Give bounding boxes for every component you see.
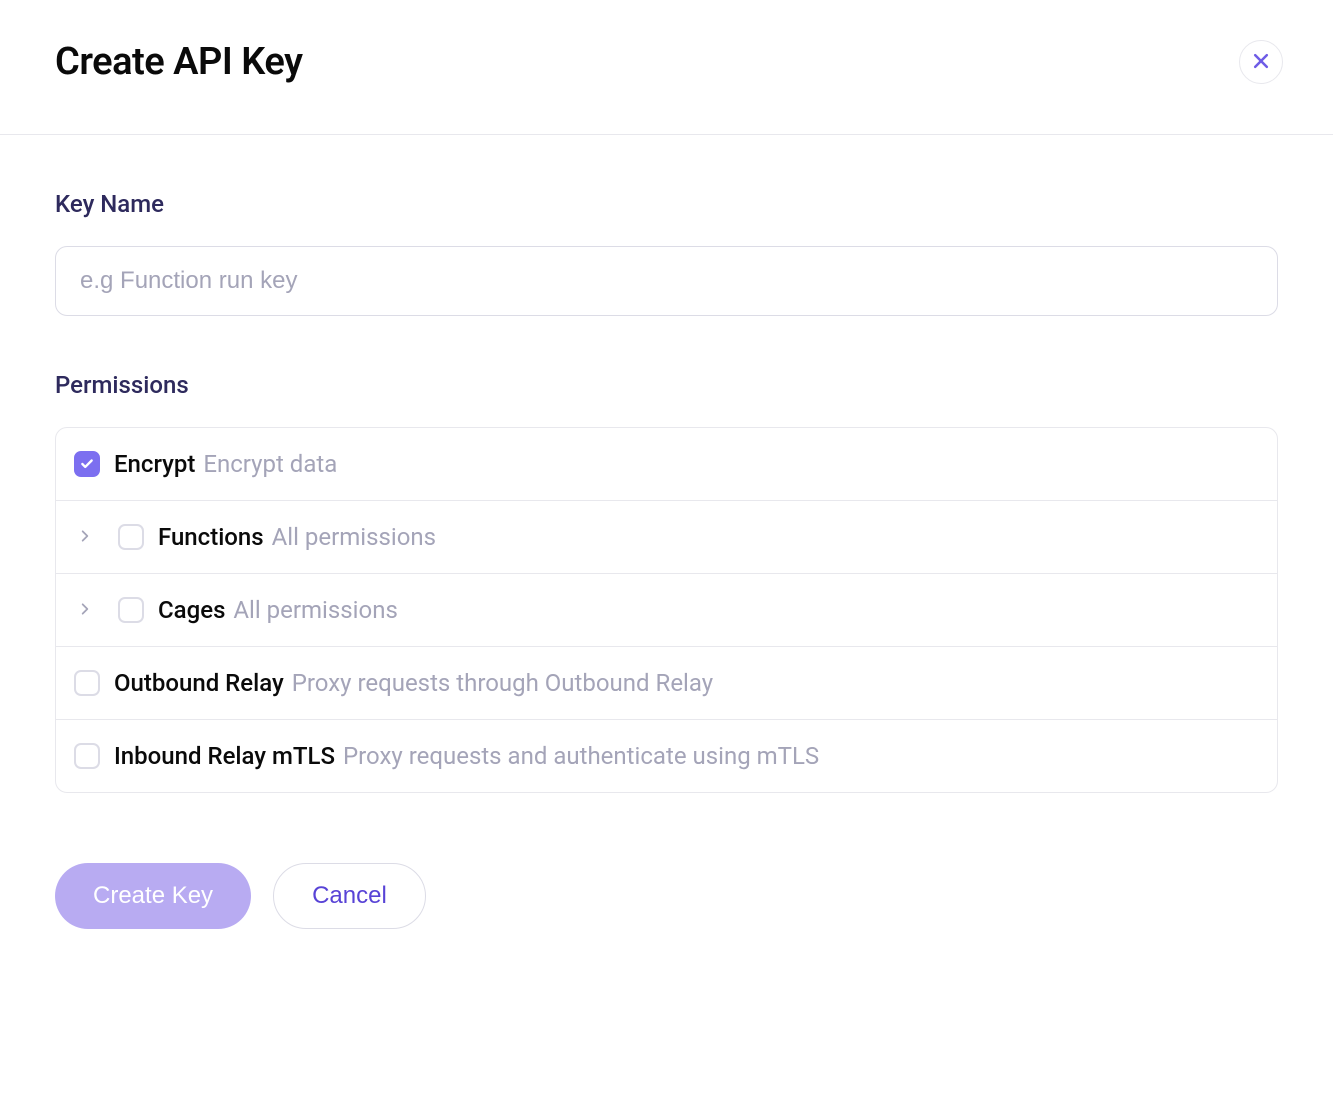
permission-text: Encrypt Encrypt data <box>114 450 337 478</box>
permission-name: Outbound Relay <box>114 669 284 697</box>
modal-title: Create API Key <box>55 40 302 84</box>
permission-description: All permissions <box>233 596 397 624</box>
chevron-right-icon <box>78 528 92 547</box>
cancel-button[interactable]: Cancel <box>273 863 426 929</box>
checkbox-cages[interactable] <box>118 597 144 623</box>
permission-row-cages: Cages All permissions <box>56 574 1277 647</box>
permission-row-functions: Functions All permissions <box>56 501 1277 574</box>
permission-name: Encrypt <box>114 450 195 478</box>
permission-description: Proxy requests and authenticate using mT… <box>343 742 819 770</box>
permission-text: Functions All permissions <box>158 523 436 551</box>
modal-header: Create API Key <box>0 0 1333 135</box>
permission-description: All permissions <box>272 523 436 551</box>
permission-text: Outbound Relay Proxy requests through Ou… <box>114 669 713 697</box>
key-name-label: Key Name <box>55 190 1278 218</box>
permission-name: Inbound Relay mTLS <box>114 742 335 770</box>
permission-name: Cages <box>158 596 225 624</box>
close-icon <box>1251 51 1271 74</box>
checkbox-functions[interactable] <box>118 524 144 550</box>
create-key-button[interactable]: Create Key <box>55 863 251 929</box>
permission-row-inbound-relay-mtls: Inbound Relay mTLS Proxy requests and au… <box>56 720 1277 792</box>
expand-functions[interactable] <box>74 526 96 548</box>
permission-row-outbound-relay: Outbound Relay Proxy requests through Ou… <box>56 647 1277 720</box>
permission-row-encrypt: Encrypt Encrypt data <box>56 428 1277 501</box>
modal-body: Key Name Permissions Encrypt Encrypt dat… <box>0 135 1333 793</box>
close-button[interactable] <box>1239 40 1283 84</box>
modal-footer: Create Key Cancel <box>0 793 1333 984</box>
key-name-input[interactable] <box>55 246 1278 316</box>
permission-name: Functions <box>158 523 264 551</box>
checkbox-inbound-relay-mtls[interactable] <box>74 743 100 769</box>
chevron-right-icon <box>78 601 92 620</box>
expand-cages[interactable] <box>74 599 96 621</box>
create-api-key-modal: Create API Key Key Name Permissions <box>0 0 1333 1093</box>
permissions-label: Permissions <box>55 371 1278 399</box>
permission-text: Inbound Relay mTLS Proxy requests and au… <box>114 742 819 770</box>
permission-text: Cages All permissions <box>158 596 398 624</box>
permission-description: Encrypt data <box>203 450 337 478</box>
checkbox-outbound-relay[interactable] <box>74 670 100 696</box>
permission-description: Proxy requests through Outbound Relay <box>292 669 713 697</box>
permissions-list: Encrypt Encrypt data <box>55 427 1278 793</box>
checkbox-encrypt[interactable] <box>74 451 100 477</box>
